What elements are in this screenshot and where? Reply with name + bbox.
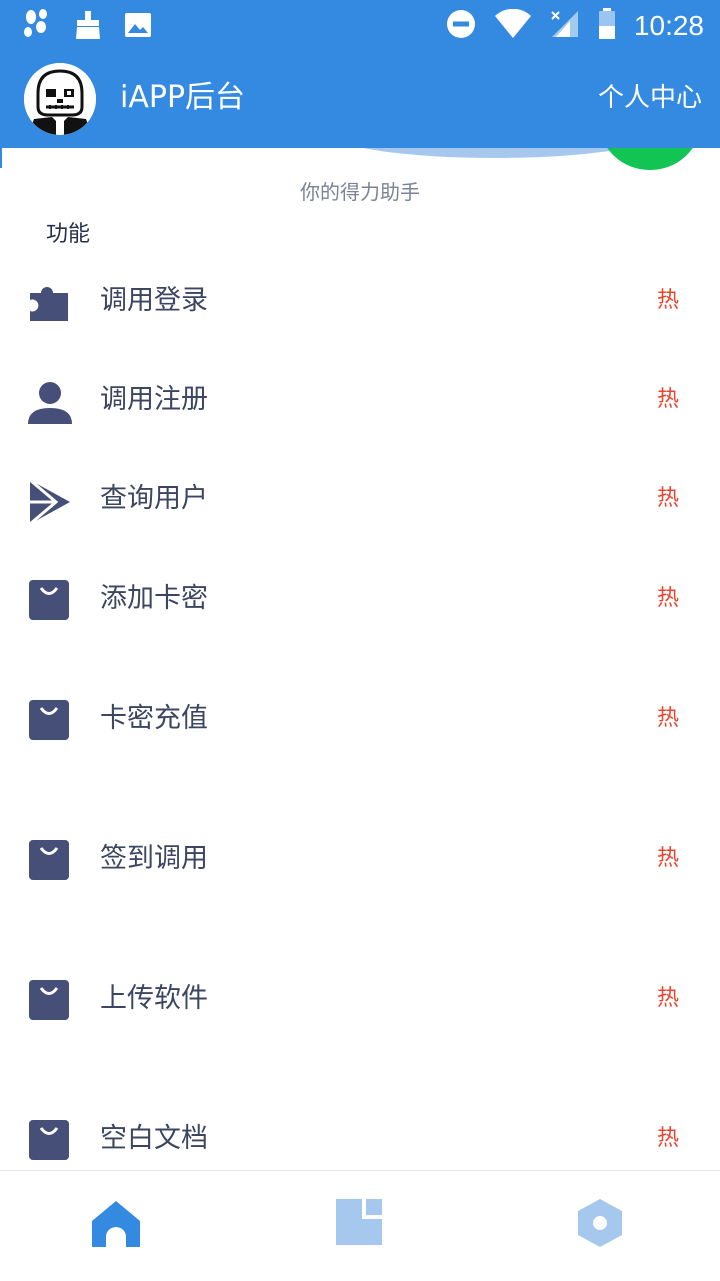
- nav-documents[interactable]: [334, 1197, 394, 1257]
- nav-home[interactable]: [90, 1197, 150, 1257]
- hot-badge: 热: [657, 846, 680, 871]
- app-bar: iAPP后台 个人中心: [0, 50, 720, 148]
- shopping-bag-icon: [28, 579, 70, 621]
- status-bar: 10:28: [0, 0, 720, 50]
- do-not-disturb-icon: [446, 9, 476, 43]
- nav-settings[interactable]: [574, 1197, 634, 1257]
- user-icon: [28, 380, 72, 424]
- list-item-query-user[interactable]: 查询用户 热: [0, 465, 720, 535]
- settings-hexagon-icon: [574, 1199, 626, 1253]
- image-icon: [124, 12, 152, 42]
- list-item-card-recharge[interactable]: 卡密充值 热: [0, 685, 720, 755]
- bottom-nav: [0, 1170, 720, 1281]
- list-item-label: 空白文档: [100, 1123, 208, 1154]
- app-title: iAPP后台: [120, 80, 246, 115]
- header-decoration: [0, 148, 720, 178]
- hot-badge: 热: [657, 288, 680, 313]
- personal-center-link[interactable]: 个人中心: [598, 80, 702, 116]
- puzzle-icon: [28, 281, 70, 323]
- shopping-bag-icon: [28, 839, 70, 881]
- list-item-add-card[interactable]: 添加卡密 热: [0, 565, 720, 635]
- hot-badge: 热: [657, 586, 680, 611]
- section-title: 功能: [46, 222, 91, 247]
- signal-icon: [550, 9, 580, 43]
- list-item-label: 添加卡密: [100, 583, 208, 614]
- list-item-login[interactable]: 调用登录 热: [0, 267, 720, 337]
- wifi-icon: [494, 8, 532, 43]
- list-item-label: 签到调用: [100, 843, 208, 874]
- header-edge-line: [0, 148, 2, 168]
- hot-badge: 热: [657, 986, 680, 1011]
- battery-icon: [598, 8, 616, 44]
- list-item-upload-software[interactable]: 上传软件 热: [0, 965, 720, 1035]
- list-item-register[interactable]: 调用注册 热: [0, 366, 720, 436]
- list-item-label: 卡密充值: [100, 703, 208, 734]
- play-store-icon: [28, 478, 70, 526]
- list-item-label: 上传软件: [100, 983, 208, 1014]
- shopping-bag-icon: [28, 1119, 70, 1161]
- cleaner-icon: [74, 10, 102, 44]
- document-icon: [334, 1199, 384, 1251]
- hot-badge: 热: [657, 1126, 680, 1151]
- shopping-bag-icon: [28, 979, 70, 1021]
- hot-badge: 热: [657, 706, 680, 731]
- shopping-bag-icon: [28, 699, 70, 741]
- list-item-sign-in[interactable]: 签到调用 热: [0, 825, 720, 895]
- list-item-label: 调用登录: [100, 285, 208, 316]
- tagline: 你的得力助手: [300, 180, 420, 204]
- list-item-blank-document[interactable]: 空白文档 热: [0, 1105, 720, 1175]
- status-time: 10:28: [633, 10, 704, 41]
- home-icon: [90, 1201, 142, 1253]
- avatar[interactable]: [24, 63, 96, 135]
- list-item-label: 查询用户: [100, 483, 208, 514]
- green-circle-decoration: [600, 148, 700, 170]
- list-item-label: 调用注册: [100, 384, 208, 415]
- footprint-icon: [22, 8, 52, 46]
- hot-badge: 热: [657, 486, 680, 511]
- hot-badge: 热: [657, 387, 680, 412]
